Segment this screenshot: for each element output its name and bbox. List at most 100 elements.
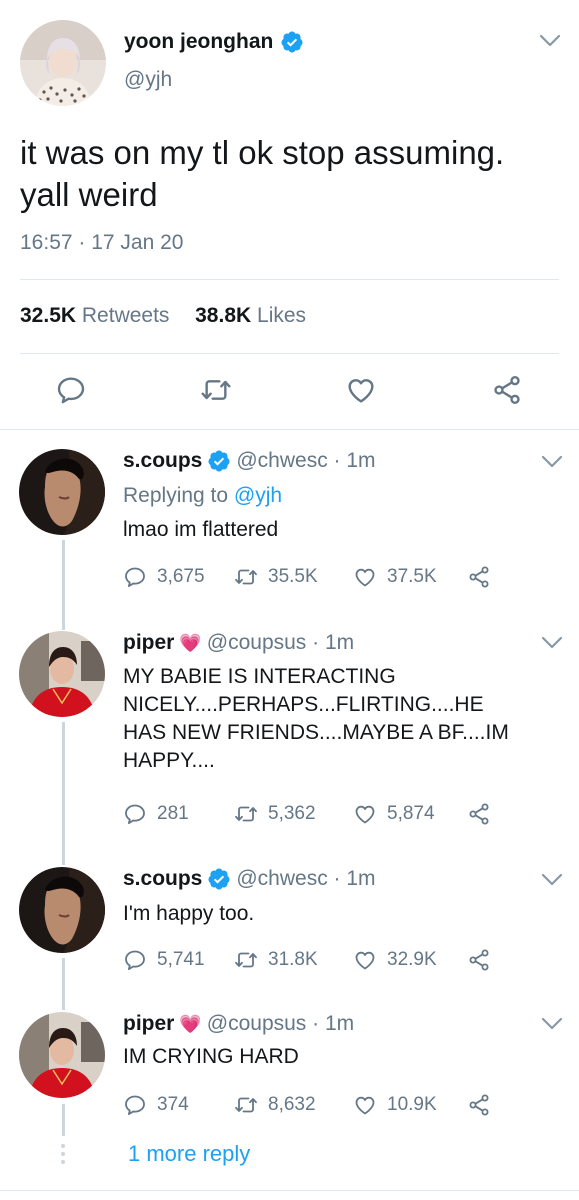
replying-to-label: Replying to bbox=[123, 484, 229, 507]
retweet-icon bbox=[234, 802, 258, 826]
avatar-s-coups[interactable] bbox=[19, 449, 105, 535]
reply-actions: 5,741 31.8K 32.9K bbox=[123, 948, 503, 978]
display-name[interactable]: piper bbox=[123, 1012, 174, 1036]
handle-and-time[interactable]: @chwesc · 1m bbox=[236, 867, 375, 891]
retweets-count: 32.5K bbox=[20, 304, 77, 327]
avatar-piper[interactable] bbox=[19, 1012, 105, 1098]
share-icon bbox=[467, 948, 491, 972]
reply-text-line: MY BABIE IS INTERACTING bbox=[123, 665, 396, 688]
reply-button[interactable]: 3,675 bbox=[123, 565, 205, 589]
like-count: 37.5K bbox=[387, 566, 437, 587]
reply-button[interactable]: 5,741 bbox=[123, 948, 205, 972]
handle-and-time[interactable]: @coupsus · 1m bbox=[207, 1012, 354, 1036]
like-button[interactable]: 32.9K bbox=[353, 948, 437, 972]
reply-header: piper 💗 @coupsus · 1m bbox=[123, 631, 354, 655]
likes-label: Likes bbox=[257, 304, 307, 327]
like-count: 10.9K bbox=[387, 1094, 437, 1115]
divider bbox=[0, 429, 579, 430]
retweet-button[interactable]: 8,632 bbox=[234, 1093, 316, 1117]
handle-and-time[interactable]: @coupsus · 1m bbox=[207, 631, 354, 655]
chevron-down-icon[interactable] bbox=[541, 636, 563, 650]
reply-text: lmao im flattered bbox=[123, 516, 553, 544]
retweet-icon bbox=[234, 1093, 258, 1117]
likes-stat[interactable]: 38.8K Likes bbox=[195, 304, 306, 327]
reply-text-line: I'm happy too. bbox=[123, 902, 255, 925]
retweet-count: 35.5K bbox=[268, 566, 318, 587]
heart-emoji: 💗 bbox=[179, 1013, 202, 1034]
chevron-down-icon[interactable] bbox=[541, 873, 563, 887]
share-button[interactable] bbox=[467, 565, 491, 589]
chevron-down-icon[interactable] bbox=[541, 1017, 563, 1031]
chevron-down-icon[interactable] bbox=[539, 34, 561, 48]
more-replies-link[interactable]: 1 more reply bbox=[128, 1141, 250, 1167]
handle-and-time[interactable]: @chwesc · 1m bbox=[236, 449, 375, 473]
retweet-icon[interactable] bbox=[200, 374, 232, 406]
reply-actions: 374 8,632 10.9K bbox=[123, 1093, 503, 1123]
reply-button[interactable]: 281 bbox=[123, 802, 189, 826]
like-icon[interactable] bbox=[345, 374, 377, 406]
divider bbox=[20, 279, 559, 280]
reply-count: 281 bbox=[157, 803, 189, 824]
share-button[interactable] bbox=[467, 802, 491, 826]
share-button[interactable] bbox=[467, 1093, 491, 1117]
replying-to: Replying to @yjh bbox=[123, 482, 553, 510]
verified-badge-icon bbox=[280, 30, 304, 54]
main-tweet-text-line: it was on my tl ok stop assuming. bbox=[20, 134, 505, 171]
reply-header: s.coups @chwesc · 1m bbox=[123, 867, 376, 891]
divider bbox=[20, 353, 559, 354]
reply-text: MY BABIE IS INTERACTING NICELY....PERHAP… bbox=[123, 663, 553, 775]
display-name[interactable]: piper bbox=[123, 631, 174, 655]
more-dots-icon bbox=[61, 1144, 65, 1164]
thread-connector bbox=[62, 722, 65, 865]
reply-header: piper 💗 @coupsus · 1m bbox=[123, 1012, 354, 1036]
display-name[interactable]: s.coups bbox=[123, 449, 202, 473]
retweets-label: Retweets bbox=[81, 304, 170, 327]
verified-badge-icon bbox=[207, 449, 231, 473]
chevron-down-icon[interactable] bbox=[541, 455, 563, 469]
avatar-piper[interactable] bbox=[19, 631, 105, 717]
display-name[interactable]: s.coups bbox=[123, 867, 202, 891]
like-button[interactable]: 5,874 bbox=[353, 802, 435, 826]
main-tweet-handle[interactable]: @yjh bbox=[124, 68, 172, 92]
reply-text: I'm happy too. bbox=[123, 900, 553, 928]
reply-icon bbox=[123, 1093, 147, 1117]
reply-actions: 3,675 35.5K 37.5K bbox=[123, 565, 503, 595]
like-button[interactable]: 37.5K bbox=[353, 565, 437, 589]
reply-icon bbox=[123, 948, 147, 972]
retweets-stat[interactable]: 32.5K Retweets bbox=[20, 304, 169, 327]
like-count: 32.9K bbox=[387, 949, 437, 970]
reply-text-line: NICELY....PERHAPS...FLIRTING....HE bbox=[123, 693, 484, 716]
reply-icon[interactable] bbox=[55, 374, 87, 406]
replying-to-link[interactable]: @yjh bbox=[234, 484, 282, 507]
retweet-button[interactable]: 5,362 bbox=[234, 802, 316, 826]
retweet-icon bbox=[234, 948, 258, 972]
main-tweet-author[interactable]: yoon jeonghan bbox=[124, 30, 304, 54]
share-icon bbox=[467, 1093, 491, 1117]
like-icon bbox=[353, 565, 377, 589]
like-button[interactable]: 10.9K bbox=[353, 1093, 437, 1117]
retweet-count: 5,362 bbox=[268, 803, 316, 824]
like-icon bbox=[353, 802, 377, 826]
like-icon bbox=[353, 1093, 377, 1117]
reply-icon bbox=[123, 565, 147, 589]
thread-connector bbox=[62, 1104, 65, 1136]
heart-emoji: 💗 bbox=[179, 632, 202, 653]
share-icon bbox=[467, 565, 491, 589]
retweet-button[interactable]: 35.5K bbox=[234, 565, 318, 589]
retweet-count: 31.8K bbox=[268, 949, 318, 970]
display-name[interactable]: yoon jeonghan bbox=[124, 30, 273, 54]
reply-text-line: HAS NEW FRIENDS....MAYBE A BF....IM bbox=[123, 721, 509, 744]
reply-icon bbox=[123, 802, 147, 826]
reply-text-line: HAPPY.... bbox=[123, 749, 215, 772]
main-tweet-text: it was on my tl ok stop assuming. yall w… bbox=[20, 132, 560, 216]
tweet-timestamp[interactable]: 16:57 · 17 Jan 20 bbox=[20, 231, 183, 255]
reply-count: 374 bbox=[157, 1094, 189, 1115]
retweet-button[interactable]: 31.8K bbox=[234, 948, 318, 972]
reply-button[interactable]: 374 bbox=[123, 1093, 189, 1117]
main-tweet-actions bbox=[0, 366, 579, 414]
like-icon bbox=[353, 948, 377, 972]
avatar-yoon-jeonghan[interactable] bbox=[20, 20, 106, 106]
avatar-s-coups[interactable] bbox=[19, 867, 105, 953]
share-button[interactable] bbox=[467, 948, 491, 972]
share-icon[interactable] bbox=[491, 374, 523, 406]
